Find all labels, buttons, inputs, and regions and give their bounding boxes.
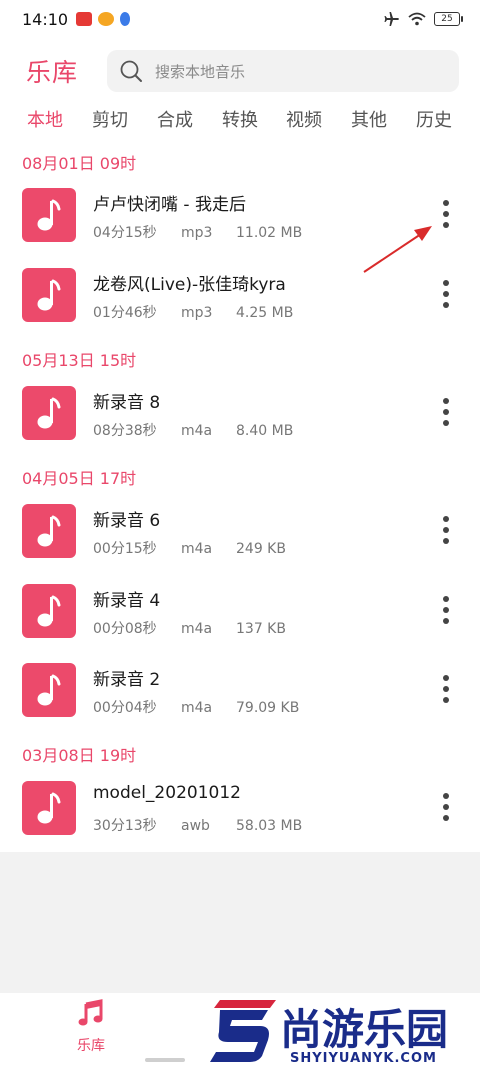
list-item[interactable]: 新录音 8 08分38秒 m4a 8.40 MB (0, 380, 480, 450)
more-options-button[interactable] (432, 274, 460, 314)
item-duration: 00分08秒 (93, 621, 157, 637)
group-header: 04月05日 17时 (22, 469, 137, 488)
item-title: model_20201012 (93, 783, 241, 803)
item-meta: 08分38秒 m4a 8.40 MB (93, 420, 293, 440)
tab-merge[interactable]: 合成 (145, 106, 205, 132)
watermark-logo: 尚游乐园 SHYIYUANYK.COM (210, 996, 475, 1067)
music-note-icon (22, 504, 76, 558)
more-options-button[interactable] (432, 669, 460, 709)
nav-label: 乐库 (77, 1038, 105, 1054)
music-note-icon (22, 268, 76, 322)
wifi-icon (408, 12, 426, 26)
airplane-icon (384, 12, 399, 26)
baidu-icon (120, 12, 131, 26)
more-options-button[interactable] (432, 392, 460, 432)
item-format: mp3 (181, 305, 213, 321)
item-size: 58.03 MB (236, 818, 303, 834)
item-meta: 00分15秒 m4a 249 KB (93, 538, 286, 558)
item-meta: 01分46秒 mp3 4.25 MB (93, 302, 293, 322)
item-title: 新录音 2 (93, 670, 161, 690)
search-input[interactable]: 搜索本地音乐 (107, 50, 459, 92)
list-item[interactable]: 新录音 4 00分08秒 m4a 137 KB (0, 578, 480, 648)
svg-text:尚游乐园: 尚游乐园 (280, 1005, 448, 1054)
item-format: m4a (181, 423, 213, 439)
list-item[interactable]: 龙卷风(Live)-张佳琦kyra 01分46秒 mp3 4.25 MB (0, 262, 480, 332)
item-meta: 00分08秒 m4a 137 KB (93, 618, 286, 638)
item-duration: 01分46秒 (93, 305, 157, 321)
music-note-icon (22, 188, 76, 242)
item-duration: 30分13秒 (93, 818, 157, 834)
home-indicator (145, 1058, 185, 1062)
item-duration: 00分04秒 (93, 700, 157, 716)
more-options-button[interactable] (432, 787, 460, 827)
music-note-icon (22, 663, 76, 717)
item-format: mp3 (181, 225, 213, 241)
item-size: 8.40 MB (236, 423, 294, 439)
item-duration: 00分15秒 (93, 541, 157, 557)
page-title: 乐库 (26, 58, 79, 87)
nav-item-library[interactable]: 乐库 (66, 999, 116, 1055)
group-header: 05月13日 15时 (22, 351, 137, 370)
item-title: 新录音 8 (93, 393, 161, 413)
list-item[interactable]: model_20201012 30分13秒 awb 58.03 MB (0, 775, 480, 845)
tab-bar: 本地 剪切 合成 转换 视频 其他 历史 (0, 106, 480, 138)
group-header: 08月01日 09时 (22, 154, 137, 173)
item-size: 249 KB (236, 541, 286, 557)
svg-text:SHYIYUANYK.COM: SHYIYUANYK.COM (290, 1051, 437, 1066)
item-duration: 08分38秒 (93, 423, 157, 439)
tab-history[interactable]: 历史 (404, 106, 464, 132)
item-meta: 00分04秒 m4a 79.09 KB (93, 697, 299, 717)
status-time: 14:10 (22, 9, 69, 29)
list-item[interactable]: 新录音 6 00分15秒 m4a 249 KB (0, 498, 480, 568)
music-note-icon (22, 781, 76, 835)
item-size: 79.09 KB (236, 700, 300, 716)
more-options-button[interactable] (432, 194, 460, 234)
item-size: 11.02 MB (236, 225, 303, 241)
search-icon (120, 60, 142, 82)
search-placeholder: 搜索本地音乐 (155, 62, 246, 81)
news-app-icon (76, 12, 93, 26)
item-title: 卢卢快闭嘴 - 我走后 (93, 195, 246, 215)
more-options-button[interactable] (432, 510, 460, 550)
item-format: m4a (181, 541, 213, 557)
tab-other[interactable]: 其他 (339, 106, 399, 132)
item-format: m4a (181, 700, 213, 716)
item-title: 龙卷风(Live)-张佳琦kyra (93, 275, 286, 295)
list-item[interactable]: 新录音 2 00分04秒 m4a 79.09 KB (0, 657, 480, 727)
music-note-icon (22, 386, 76, 440)
item-format: awb (181, 818, 210, 834)
list-item[interactable]: 卢卢快闭嘴 - 我走后 04分15秒 mp3 11.02 MB (0, 182, 480, 252)
battery-icon: 25 (434, 12, 463, 26)
item-title: 新录音 6 (93, 511, 161, 531)
header: 乐库 搜索本地音乐 (0, 46, 480, 96)
weibo-icon (98, 12, 115, 26)
item-duration: 04分15秒 (93, 225, 157, 241)
tab-video[interactable]: 视频 (274, 106, 334, 132)
item-size: 137 KB (236, 621, 286, 637)
music-note-icon (22, 584, 76, 638)
tab-convert[interactable]: 转换 (210, 106, 270, 132)
item-meta: 30分13秒 awb 58.03 MB (93, 815, 302, 835)
item-size: 4.25 MB (236, 305, 294, 321)
tab-local[interactable]: 本地 (15, 106, 75, 132)
music-notes-icon (78, 999, 103, 1026)
item-format: m4a (181, 621, 213, 637)
tab-cut[interactable]: 剪切 (80, 106, 140, 132)
item-meta: 04分15秒 mp3 11.02 MB (93, 222, 302, 242)
group-header: 03月08日 19时 (22, 746, 137, 765)
empty-area (0, 852, 480, 993)
more-options-button[interactable] (432, 590, 460, 630)
item-title: 新录音 4 (93, 591, 161, 611)
status-bar: 14:10 25 (0, 0, 480, 38)
